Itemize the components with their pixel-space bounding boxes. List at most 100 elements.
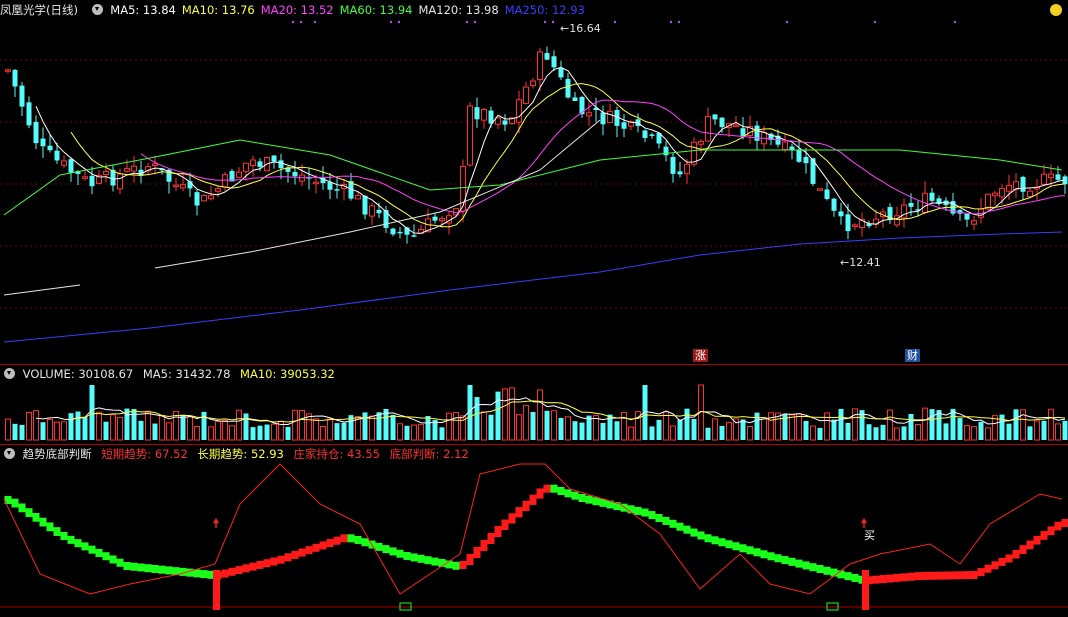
trend-block bbox=[375, 542, 383, 551]
trend-block bbox=[508, 513, 516, 524]
volume-bar bbox=[712, 418, 718, 441]
trend-block bbox=[942, 571, 950, 580]
volume-bar bbox=[117, 417, 123, 441]
trend-block bbox=[851, 573, 859, 582]
candle-body bbox=[964, 213, 970, 220]
trend-block bbox=[340, 534, 348, 543]
trend-block bbox=[1047, 526, 1055, 536]
candle-body bbox=[467, 105, 473, 166]
indicator-chart[interactable] bbox=[0, 444, 1068, 617]
candle-body bbox=[1041, 173, 1047, 185]
tag-zhang[interactable]: 涨 bbox=[693, 349, 708, 362]
volume-bar bbox=[1062, 420, 1068, 440]
trend-block bbox=[753, 548, 761, 557]
dropdown-circle-icon[interactable] bbox=[4, 448, 15, 459]
volume-bar bbox=[411, 424, 417, 441]
price-panel[interactable]: 凤凰光学(日线) MA5: 13.84 MA10: 13.76 MA20: 13.5… bbox=[0, 0, 1068, 364]
volume-bar bbox=[40, 422, 46, 440]
trend-block bbox=[711, 536, 719, 545]
volume-bar bbox=[656, 419, 662, 440]
volume-bar bbox=[369, 415, 375, 441]
candle-body bbox=[999, 188, 1005, 198]
candle-body bbox=[782, 141, 788, 150]
candle-body bbox=[677, 171, 683, 175]
candle-body bbox=[852, 224, 858, 227]
volume-bar bbox=[978, 421, 984, 440]
volume-bar bbox=[110, 414, 116, 441]
trend-block bbox=[914, 572, 922, 581]
candle-body bbox=[222, 174, 228, 188]
trend-block bbox=[361, 538, 369, 547]
ma-legend-item: MA5: 13.84 bbox=[110, 3, 176, 17]
trend-block bbox=[137, 563, 145, 572]
candle-body bbox=[565, 78, 571, 98]
candle-body bbox=[68, 159, 74, 173]
trend-block bbox=[263, 559, 271, 568]
trend-block bbox=[893, 573, 901, 582]
trend-block bbox=[571, 491, 579, 500]
trend-block bbox=[270, 557, 278, 566]
candle-body bbox=[369, 205, 375, 217]
volume-bar bbox=[194, 426, 200, 441]
volume-bar bbox=[61, 421, 67, 441]
trend-block bbox=[494, 526, 502, 537]
trend-block bbox=[907, 572, 915, 581]
indicator-panel[interactable]: 趋势底部判断 短期趋势: 67.52 长期趋势: 52.93 庄家持仓: 43.… bbox=[0, 444, 1068, 617]
volume-bar bbox=[649, 426, 655, 440]
volume-bar bbox=[929, 409, 935, 440]
trend-block bbox=[592, 497, 600, 506]
trend-block bbox=[424, 556, 432, 565]
stock-name: 凤凰光学(日线) bbox=[0, 3, 78, 17]
volume-bar bbox=[271, 423, 277, 441]
volume-bar bbox=[747, 426, 753, 441]
candle-body bbox=[103, 171, 109, 176]
trend-block bbox=[249, 562, 257, 571]
volume-bar bbox=[33, 410, 39, 441]
volume-bar bbox=[558, 417, 564, 440]
trend-block bbox=[151, 564, 159, 573]
volume-bar bbox=[803, 420, 809, 440]
candlestick-chart[interactable] bbox=[0, 0, 1068, 364]
candle-body bbox=[642, 130, 648, 139]
trend-block bbox=[529, 494, 537, 505]
tag-cai[interactable]: 财 bbox=[905, 349, 920, 362]
trend-block bbox=[935, 571, 943, 580]
trend-block bbox=[319, 541, 327, 550]
volume-bar bbox=[1048, 408, 1054, 441]
trend-block bbox=[515, 507, 523, 518]
trend-block bbox=[690, 528, 698, 537]
volume-bar bbox=[446, 412, 452, 441]
volume-bar bbox=[299, 409, 305, 441]
signal-dot bbox=[300, 21, 302, 23]
candle-body bbox=[544, 53, 550, 60]
volume-bar bbox=[677, 419, 683, 440]
signal-dot bbox=[292, 21, 294, 23]
candle-body bbox=[824, 189, 830, 199]
volume-panel[interactable]: VOLUME: 30108.67 MA5: 31432.78 MA10: 390… bbox=[0, 364, 1068, 444]
candle-body bbox=[152, 163, 158, 167]
dropdown-circle-icon[interactable] bbox=[4, 368, 15, 379]
volume-bar bbox=[509, 387, 515, 441]
bottom-value: 底部判断: 2.12 bbox=[389, 447, 469, 461]
volume-bar bbox=[614, 421, 620, 440]
ma250-line bbox=[3, 231, 1063, 343]
sun-icon[interactable] bbox=[1050, 4, 1062, 16]
candle-body bbox=[537, 51, 543, 81]
candle-body bbox=[698, 141, 704, 145]
ma-legend-item: MA10: 13.76 bbox=[181, 3, 255, 17]
trend-block bbox=[333, 536, 341, 545]
candle-body bbox=[26, 102, 32, 126]
trend-block bbox=[949, 571, 957, 580]
trend-block bbox=[921, 571, 929, 580]
high-price-label: ←16.64 bbox=[560, 22, 601, 35]
trend-block bbox=[669, 519, 677, 528]
dropdown-circle-icon[interactable] bbox=[91, 4, 103, 15]
candle-body bbox=[530, 80, 536, 87]
trend-block bbox=[760, 550, 768, 559]
volume-bar bbox=[908, 413, 914, 440]
candle-body bbox=[992, 192, 998, 197]
volume-bar bbox=[390, 414, 396, 440]
volume-bar bbox=[145, 410, 151, 441]
candle-body bbox=[474, 107, 480, 120]
candle-body bbox=[334, 189, 340, 191]
